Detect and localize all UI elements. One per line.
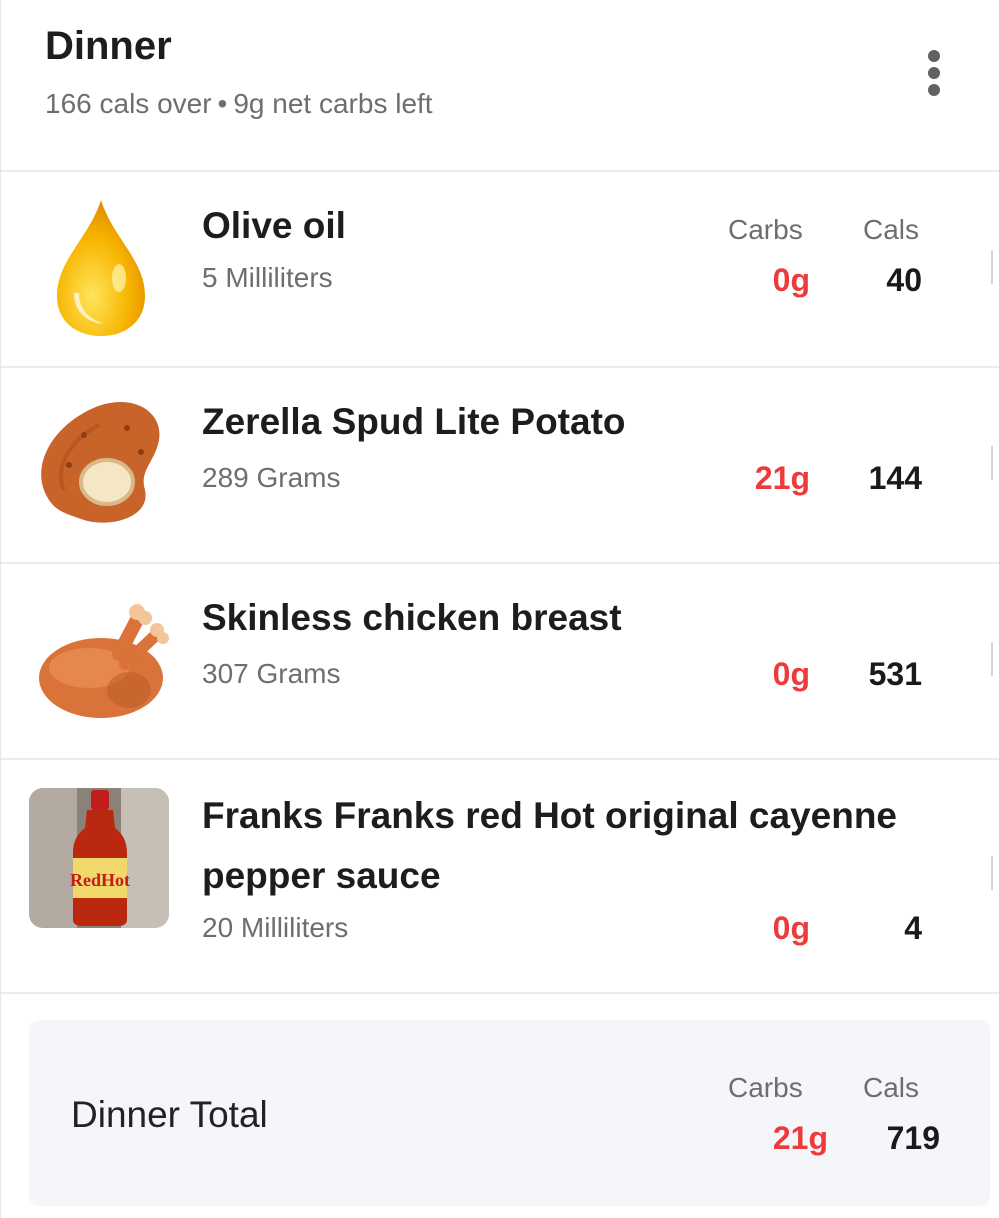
meal-summary: 166 cals over • 9g net carbs left	[45, 88, 433, 120]
meal-total: Dinner Total Carbs Cals 21g 719	[29, 1020, 990, 1206]
food-carbs: 0g	[772, 656, 810, 692]
food-name: Olive oil	[202, 205, 346, 246]
meal-title: Dinner	[45, 24, 172, 68]
food-name: Zerella Spud Lite Potato	[202, 401, 626, 442]
meal-header: Dinner 166 cals over • 9g net carbs left	[1, 0, 999, 172]
food-cals: 144	[868, 460, 922, 496]
oil-drop-icon	[57, 200, 145, 336]
total-label: Dinner Total	[71, 1094, 268, 1135]
food-quantity: 5 Milliliters	[202, 262, 333, 293]
food-row-potato[interactable]: Zerella Spud Lite Potato 289 Grams 21g 1…	[1, 368, 999, 564]
food-row-olive-oil[interactable]: Olive oil 5 Milliliters Carbs Cals 0g 40	[1, 172, 999, 368]
cals-status: 166 cals over	[45, 88, 212, 119]
roast-chicken-icon	[39, 604, 169, 718]
drag-handle-icon[interactable]	[991, 446, 999, 480]
carbs-column-label: Carbs	[728, 1072, 803, 1103]
cals-column-label: Cals	[863, 1072, 920, 1103]
food-quantity: 20 Milliliters	[202, 912, 349, 943]
food-carbs: 21g	[754, 460, 810, 496]
potato-icon	[41, 401, 160, 523]
hot-sauce-bottle-photo: RedHot	[29, 788, 169, 928]
drag-handle-icon[interactable]	[991, 250, 999, 284]
food-name: Franks Franks red Hot original cayenne p…	[202, 795, 897, 896]
total-carbs: 21g	[772, 1120, 828, 1156]
food-row-hot-sauce[interactable]: RedHot Franks Franks red Hot original ca…	[1, 760, 999, 994]
food-cals: 4	[904, 910, 922, 946]
separator-dot: •	[217, 88, 228, 119]
cals-column-label: Cals	[863, 214, 920, 245]
carbs-status: 9g net carbs left	[233, 88, 433, 119]
drag-handle-icon[interactable]	[991, 642, 999, 676]
bottle-label-text: RedHot	[70, 870, 130, 890]
total-cals: 719	[886, 1120, 940, 1156]
food-cals: 40	[886, 262, 922, 298]
food-carbs: 0g	[772, 262, 810, 298]
food-row-chicken[interactable]: Skinless chicken breast 307 Grams 0g 531	[1, 564, 999, 760]
food-cals: 531	[868, 656, 922, 692]
drag-handle-icon[interactable]	[991, 856, 999, 890]
food-carbs: 0g	[772, 910, 810, 946]
food-quantity: 289 Grams	[202, 462, 341, 493]
meal-card: Dinner 166 cals over • 9g net carbs left O…	[0, 0, 999, 1218]
food-name: Skinless chicken breast	[202, 597, 622, 638]
food-quantity: 307 Grams	[202, 658, 341, 689]
more-vertical-icon[interactable]	[921, 50, 947, 100]
carbs-column-label: Carbs	[728, 214, 803, 245]
